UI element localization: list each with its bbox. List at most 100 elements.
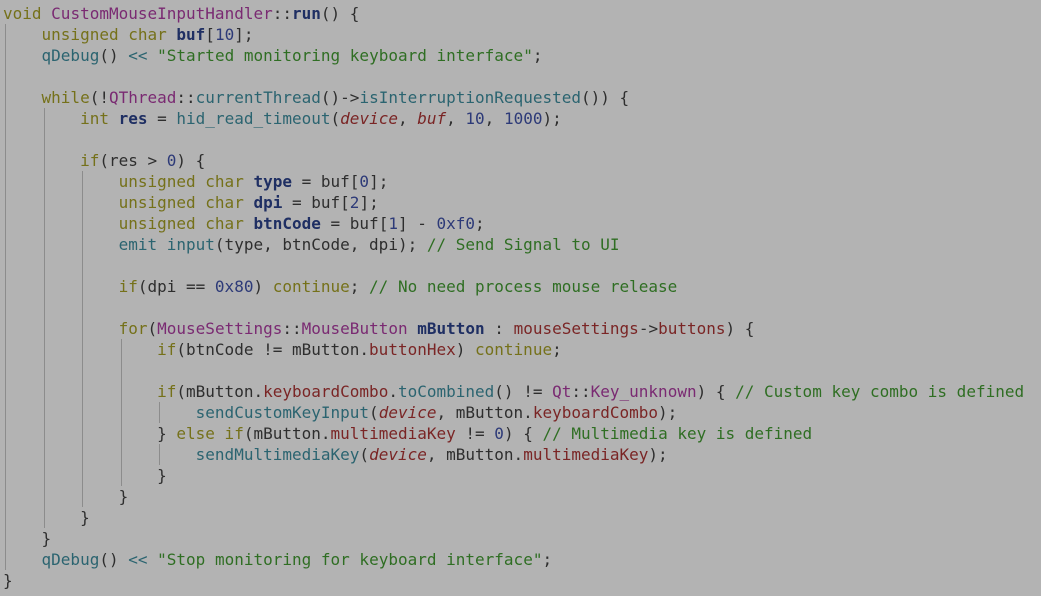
code-line[interactable]: if(mButton.keyboardCombo.toCombined() !=… bbox=[3, 381, 1024, 402]
indent-guide bbox=[5, 528, 6, 549]
code-token: void bbox=[3, 4, 52, 23]
indent-guide bbox=[5, 171, 6, 192]
indent-guide bbox=[5, 150, 6, 171]
code-token: 0x80 bbox=[214, 277, 254, 296]
code-line[interactable]: while(!QThread::currentThread()->isInter… bbox=[3, 87, 1024, 108]
code-token: if bbox=[157, 340, 177, 359]
code-token: ); bbox=[658, 403, 678, 422]
code-line[interactable]: void CustomMouseInputHandler::run() { bbox=[3, 3, 1024, 24]
code-token: ]; bbox=[234, 25, 254, 44]
indent-guide bbox=[43, 213, 45, 234]
code-token: buttons bbox=[658, 319, 726, 338]
indent-guide bbox=[5, 549, 6, 570]
code-line[interactable]: qDebug() << "Started monitoring keyboard… bbox=[3, 45, 1024, 66]
indent-guide bbox=[82, 234, 84, 255]
code-line[interactable]: sendMultimediaKey(device, mButton.multim… bbox=[3, 444, 1024, 465]
code-line[interactable]: } else if(mButton.multimediaKey != 0) { … bbox=[3, 423, 1024, 444]
code-token: -> bbox=[638, 319, 659, 338]
indent-guide bbox=[82, 255, 84, 276]
code-token: [ bbox=[205, 25, 215, 44]
code-token: keyboardCombo bbox=[532, 403, 659, 422]
indent-guide bbox=[43, 129, 45, 150]
code-line[interactable]: emit input(type, btnCode, dpi); // Send … bbox=[3, 234, 1024, 255]
code-line[interactable]: } bbox=[3, 486, 1024, 507]
code-line[interactable]: } bbox=[3, 528, 1024, 549]
code-token: 0 bbox=[494, 424, 504, 443]
code-line[interactable]: for(MouseSettings::MouseButton mButton :… bbox=[3, 318, 1024, 339]
indent-guide bbox=[82, 486, 84, 507]
code-line[interactable]: if(btnCode != mButton.buttonHex) continu… bbox=[3, 339, 1024, 360]
code-line[interactable]: int res = hid_read_timeout(device, buf, … bbox=[3, 108, 1024, 129]
code-area[interactable]: void CustomMouseInputHandler::run() { un… bbox=[3, 3, 1024, 591]
code-token: } bbox=[118, 487, 129, 506]
code-line[interactable] bbox=[3, 255, 1024, 276]
indent-guide bbox=[5, 339, 6, 360]
code-line[interactable]: unsigned char btnCode = buf[1] - 0xf0; bbox=[3, 213, 1024, 234]
code-token: . bbox=[388, 382, 398, 401]
code-token: isInterruptionRequested bbox=[359, 88, 581, 107]
code-token: () bbox=[99, 550, 129, 569]
indent-guide bbox=[82, 402, 84, 423]
indent-guide bbox=[120, 381, 122, 402]
code-token: << bbox=[128, 46, 148, 65]
code-line[interactable]: qDebug() << "Stop monitoring for keyboar… bbox=[3, 549, 1024, 570]
indent-guide bbox=[82, 192, 84, 213]
code-line[interactable]: if(dpi == 0x80) continue; // No need pro… bbox=[3, 276, 1024, 297]
indent-guide bbox=[5, 129, 6, 150]
code-line[interactable]: } bbox=[3, 570, 1024, 591]
code-token: ); bbox=[648, 445, 668, 464]
code-token: buttonHex bbox=[369, 340, 456, 359]
code-token: = buf[ bbox=[320, 214, 389, 233]
indent-guide bbox=[5, 66, 6, 87]
code-token: ; bbox=[552, 340, 562, 359]
code-token: // Multimedia key is defined bbox=[542, 424, 813, 443]
code-line[interactable]: unsigned char type = buf[0]; bbox=[3, 171, 1024, 192]
code-token: CustomMouseInputHandler bbox=[51, 4, 273, 23]
indent-guide bbox=[5, 423, 6, 444]
code-line[interactable]: unsigned char dpi = buf[2]; bbox=[3, 192, 1024, 213]
code-token: ) { bbox=[725, 319, 755, 338]
indent-guide bbox=[120, 423, 122, 444]
code-line[interactable]: unsigned char buf[10]; bbox=[3, 24, 1024, 45]
code-token: (! bbox=[89, 88, 109, 107]
indent-guide bbox=[5, 276, 6, 297]
code-token: } bbox=[41, 529, 52, 548]
code-token: << bbox=[128, 550, 148, 569]
code-token: unsigned char bbox=[41, 25, 177, 44]
code-line[interactable]: } bbox=[3, 507, 1024, 528]
code-token: sendCustomKeyInput bbox=[195, 403, 370, 422]
code-editor[interactable]: void CustomMouseInputHandler::run() { un… bbox=[0, 0, 1041, 596]
code-line[interactable] bbox=[3, 66, 1024, 87]
indent-guide bbox=[120, 402, 122, 423]
indent-guide bbox=[159, 444, 161, 465]
indent-guide bbox=[5, 381, 6, 402]
code-line[interactable]: sendCustomKeyInput(device, mButton.keybo… bbox=[3, 402, 1024, 423]
code-token: } bbox=[157, 424, 177, 443]
code-token: multimediaKey bbox=[330, 424, 456, 443]
code-token: emit input bbox=[118, 235, 215, 254]
code-line[interactable]: } bbox=[3, 465, 1024, 486]
code-token: ( bbox=[359, 445, 370, 464]
code-token: run bbox=[292, 4, 321, 23]
code-token: else if bbox=[176, 424, 244, 443]
code-line[interactable]: if(res > 0) { bbox=[3, 150, 1024, 171]
code-token: QThread bbox=[108, 88, 177, 107]
code-token: ]; bbox=[359, 193, 379, 212]
code-token: , bbox=[446, 109, 466, 128]
code-token: 1 bbox=[388, 214, 398, 233]
indent-guide bbox=[120, 360, 122, 381]
code-line[interactable] bbox=[3, 297, 1024, 318]
code-line[interactable] bbox=[3, 360, 1024, 381]
indent-guide bbox=[43, 381, 45, 402]
indent-guide bbox=[5, 297, 6, 318]
code-token: } bbox=[157, 466, 167, 485]
code-token: sendMultimediaKey bbox=[195, 445, 360, 464]
code-line[interactable] bbox=[3, 129, 1024, 150]
